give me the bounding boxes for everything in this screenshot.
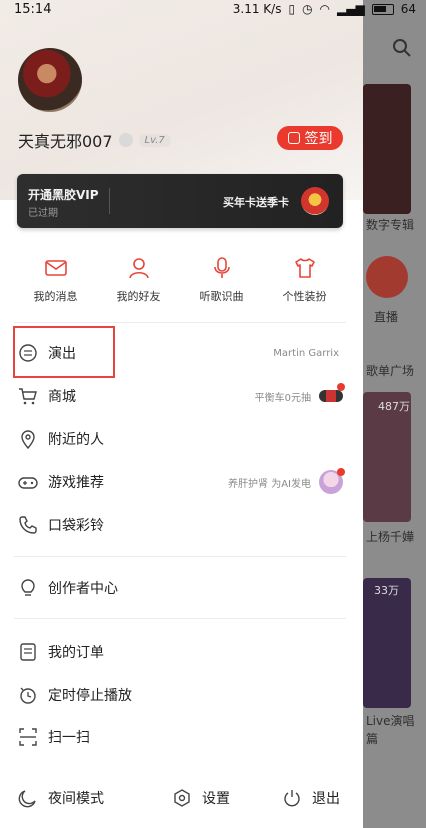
microphone-icon (213, 257, 230, 278)
search-icon[interactable] (392, 38, 412, 58)
quick-label: 个性装扮 (282, 290, 327, 303)
vip-divider (109, 188, 110, 214)
menu-label: 定时停止播放 (48, 688, 132, 704)
menu-extra: Martin Garrix (273, 347, 339, 359)
drawer-bottom-bar: 夜间模式 设置 退出 (0, 770, 363, 828)
location-icon (21, 430, 35, 449)
coin-icon (287, 132, 300, 144)
vip-card[interactable]: 开通黑胶VIP 已过期 买年卡送季卡 (17, 174, 343, 228)
quit-button[interactable]: 退出 (282, 788, 340, 808)
wifi-icon: ◠ (319, 2, 331, 16)
mail-icon (44, 260, 67, 276)
bg-playlist-square[interactable]: 歌单广场 (366, 362, 414, 379)
vibrate-icon: ▯ (288, 2, 296, 16)
divider (14, 556, 346, 557)
level-badge: Lv.7 (138, 133, 171, 147)
signin-button[interactable]: 签到 (277, 126, 343, 150)
gamepad-icon (18, 477, 38, 489)
menu-label: 商城 (48, 389, 76, 405)
red-dot-badge (337, 383, 345, 391)
quick-label: 我的消息 (33, 290, 78, 303)
menu-item-creator-center[interactable]: 创作者中心 (0, 567, 363, 609)
menu-item-mall[interactable]: 商城 平衡车0元抽 (0, 375, 363, 417)
battery-level: 64 (400, 2, 416, 16)
quick-dress-up[interactable]: 个性装扮 (263, 256, 346, 304)
menu-label: 创作者中心 (48, 581, 118, 597)
vip-promo: 买年卡送季卡 (223, 196, 289, 209)
order-icon (20, 643, 36, 661)
bg-count-2: 33万 (374, 584, 399, 597)
bg-singer: 上杨千嬅 (366, 530, 415, 544)
menu-label: 扫一扫 (48, 730, 90, 746)
gear-icon (174, 789, 190, 807)
menu-item-orders[interactable]: 我的订单 (0, 631, 363, 673)
cart-icon (19, 388, 37, 405)
bg-album-card[interactable] (363, 84, 411, 214)
bulb-icon (21, 579, 35, 596)
bg-live-icon[interactable] (366, 256, 408, 298)
balance-scooter-thumbnail (319, 390, 343, 402)
divider (14, 618, 346, 619)
avatar[interactable] (18, 48, 82, 112)
user-info[interactable]: 天真无邪007 Lv.7 (18, 128, 171, 152)
gift-icon (301, 187, 329, 215)
alarm-icon: ◷ (302, 2, 313, 16)
bg-misc: 篇 (366, 732, 379, 746)
username: 天真无邪007 (18, 132, 113, 151)
menu-item-ringtone[interactable]: 口袋彩铃 (0, 504, 363, 546)
bg-live-concert: Live演唱 (366, 714, 415, 728)
scan-icon (19, 728, 37, 746)
signin-label: 签到 (304, 131, 333, 147)
red-dot-badge (337, 468, 345, 476)
status-time: 15:14 (14, 2, 52, 17)
night-mode-label: 夜间模式 (48, 791, 104, 807)
bg-digital-album: 数字专辑 (366, 218, 415, 232)
tshirt-icon (294, 258, 315, 278)
settings-label: 设置 (202, 791, 230, 807)
bg-live-label: 直播 (374, 310, 399, 324)
signal-icon: ▂▄▆ (337, 2, 365, 16)
menu-label: 口袋彩铃 (48, 518, 104, 534)
timer-icon (20, 687, 36, 704)
battery-icon (371, 3, 394, 15)
menu-label: 我的订单 (48, 645, 104, 661)
vip-title: 开通黑胶VIP (28, 188, 99, 202)
settings-button[interactable]: 设置 (172, 788, 230, 808)
ringtone-icon (19, 516, 37, 534)
menu-item-games[interactable]: 游戏推荐 养肝护肾 为AI发电 (0, 461, 363, 503)
badge-icon (118, 133, 133, 147)
bg-count-1: 487万 (378, 400, 410, 413)
quit-label: 退出 (312, 791, 340, 807)
quick-label: 听歌识曲 (199, 290, 244, 303)
menu-label: 游戏推荐 (48, 475, 104, 491)
quick-messages[interactable]: 我的消息 (14, 256, 97, 304)
divider (14, 322, 346, 323)
menu-extra: 养肝护肾 为AI发电 (228, 478, 311, 490)
moon-icon (18, 790, 36, 808)
menu-extra: 平衡车0元抽 (254, 392, 311, 404)
highlight-box (13, 326, 115, 378)
quick-song-recognition[interactable]: 听歌识曲 (180, 256, 263, 304)
status-bar: 15:14 3.11 K/s ▯ ◷ ◠ ▂▄▆ 64 (0, 0, 426, 22)
vip-status: 已过期 (28, 208, 58, 219)
menu-label: 附近的人 (48, 432, 104, 448)
side-drawer: 天真无邪007 Lv.7 签到 开通黑胶VIP 已过期 买年卡送季卡 我的消息 … (0, 0, 363, 828)
menu-item-nearby[interactable]: 附近的人 (0, 418, 363, 460)
network-speed: 3.11 K/s (232, 2, 282, 16)
menu-item-sleep-timer[interactable]: 定时停止播放 (0, 674, 363, 716)
night-mode-button[interactable]: 夜间模式 (18, 788, 104, 808)
menu-item-scan[interactable]: 扫一扫 (0, 716, 363, 758)
status-icons: 3.11 K/s ▯ ◷ ◠ ▂▄▆ 64 (233, 2, 416, 16)
quick-friends[interactable]: 我的好友 (97, 256, 180, 304)
power-icon (284, 790, 300, 807)
quick-actions: 我的消息 我的好友 听歌识曲 个性装扮 (14, 256, 346, 304)
quick-label: 我的好友 (116, 290, 161, 303)
person-icon (128, 258, 149, 279)
